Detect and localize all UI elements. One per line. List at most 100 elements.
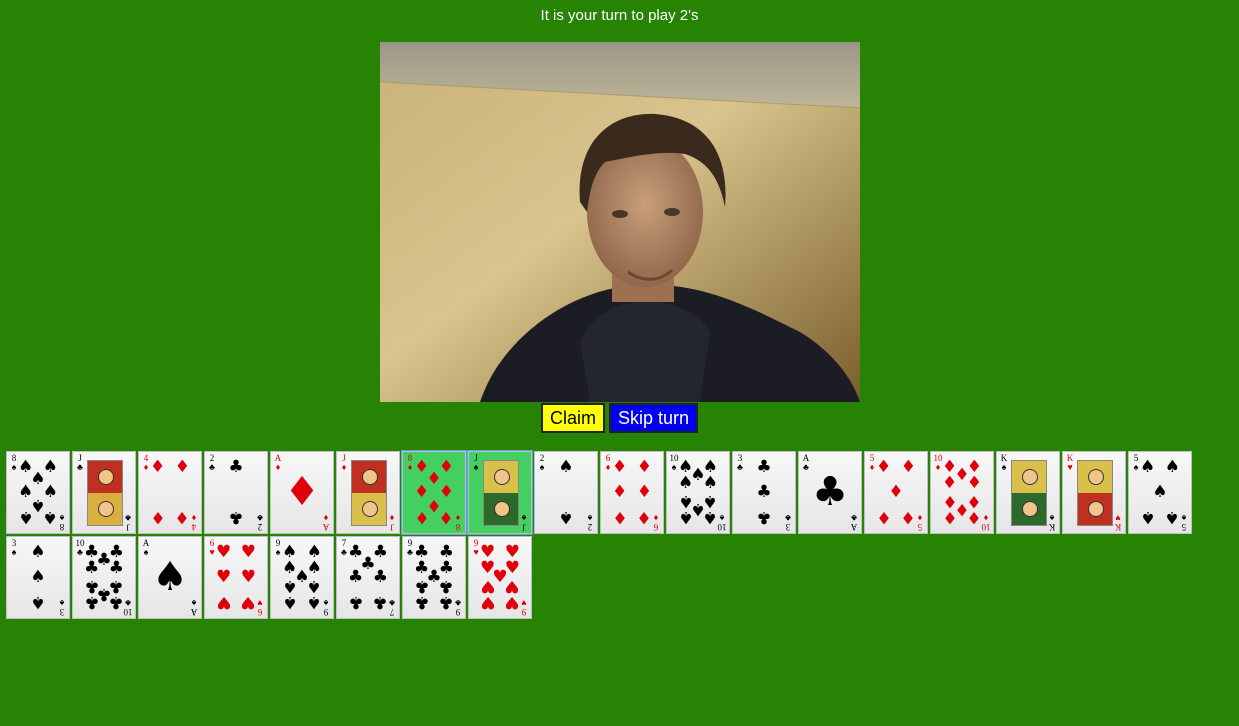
- card-corner-index: 3 ♠: [9, 539, 19, 557]
- spade-suit-icon: ♠: [11, 547, 17, 557]
- card-10-of-spades[interactable]: 10 ♠ 10 ♠ ♠ ♠ ♠ ♠ ♠ ♠ ♠ ♠ ♠ ♠: [666, 451, 730, 534]
- club-suit-icon: ♣: [108, 591, 125, 612]
- spade-suit-icon: ♠: [152, 553, 188, 600]
- diamond-suit-icon: ♦: [174, 506, 191, 527]
- card-j-of-diamonds[interactable]: J ♦ J ♦: [336, 451, 400, 534]
- spade-suit-icon: ♠: [677, 506, 694, 527]
- diamond-suit-icon: ♦: [966, 506, 983, 527]
- card-8-of-spades[interactable]: 8 ♠ 8 ♠ ♠ ♠ ♠ ♠ ♠ ♠ ♠ ♠: [6, 451, 70, 534]
- card-rank-label: 8: [455, 522, 461, 532]
- card-k-of-hearts[interactable]: K ♥ K ♥: [1062, 451, 1126, 534]
- card-corner-index: 2 ♠: [585, 513, 595, 532]
- card-2-of-spades[interactable]: 2 ♠ 2 ♠ ♠ ♠: [534, 451, 598, 534]
- webcam-video: [380, 42, 860, 402]
- card-rank-label: 3: [59, 607, 65, 617]
- diamond-suit-icon: ♦: [941, 506, 958, 527]
- spade-suit-icon: ♠: [473, 462, 479, 472]
- spade-suit-icon: ♠: [702, 473, 719, 494]
- diamond-suit-icon: ♦: [284, 468, 320, 515]
- club-suit-icon: ♣: [209, 462, 215, 472]
- diamond-suit-icon: ♦: [323, 513, 329, 523]
- spade-suit-icon: ♠: [30, 542, 46, 563]
- card-k-of-spades[interactable]: K ♠ K ♠: [996, 451, 1060, 534]
- card-rank-label: 5: [917, 522, 923, 532]
- card-9-of-spades[interactable]: 9 ♠ 9 ♠ ♠ ♠ ♠ ♠ ♠ ♠ ♠ ♠ ♠: [270, 536, 334, 619]
- club-suit-icon: ♣: [413, 591, 430, 612]
- heart-suit-icon: ♥: [215, 566, 232, 587]
- card-9-of-hearts[interactable]: 9 ♥ 9 ♥ ♥ ♥ ♥ ♥ ♥ ♥ ♥ ♥ ♥: [468, 536, 532, 619]
- club-suit-icon: ♣: [228, 506, 244, 527]
- card-rank-label: J: [390, 522, 394, 532]
- card-corner-index: J ♠: [471, 454, 481, 472]
- face-card-head: [1022, 469, 1038, 485]
- card-a-of-diamonds[interactable]: A ♦ A ♦ ♦: [270, 451, 334, 534]
- card-8-of-diamonds[interactable]: 8 ♦ 8 ♦ ♦ ♦ ♦ ♦ ♦ ♦ ♦ ♦: [402, 451, 466, 534]
- card-a-of-clubs[interactable]: A ♣ A ♣ ♣: [798, 451, 862, 534]
- card-corner-index: 3 ♣: [783, 513, 793, 532]
- card-10-of-diamonds[interactable]: 10 ♦ 10 ♦ ♦ ♦ ♦ ♦ ♦ ♦ ♦ ♦ ♦ ♦: [930, 451, 994, 534]
- card-corner-index: J ♦: [339, 454, 349, 472]
- card-corner-index: 2 ♠: [537, 454, 547, 472]
- diamond-suit-icon: ♦: [174, 457, 191, 478]
- diamond-suit-icon: ♦: [149, 506, 166, 527]
- card-a-of-spades[interactable]: A ♠ A ♠ ♠: [138, 536, 202, 619]
- club-suit-icon: ♣: [785, 513, 791, 523]
- card-rank-label: A: [322, 522, 330, 532]
- card-6-of-diamonds[interactable]: 6 ♦ 6 ♦ ♦ ♦ ♦ ♦ ♦ ♦: [600, 451, 664, 534]
- spade-suit-icon: ♠: [1164, 506, 1181, 527]
- card-4-of-diamonds[interactable]: 4 ♦ 4 ♦ ♦ ♦ ♦ ♦: [138, 451, 202, 534]
- card-9-of-clubs[interactable]: 9 ♣ 9 ♣ ♣ ♣ ♣ ♣ ♣ ♣ ♣ ♣ ♣: [402, 536, 466, 619]
- card-3-of-clubs[interactable]: 3 ♣ 3 ♣ ♣ ♣ ♣: [732, 451, 796, 534]
- card-2-of-clubs[interactable]: 2 ♣ 2 ♣ ♣ ♣: [204, 451, 268, 534]
- face-card-head-inverted: [494, 501, 510, 517]
- card-3-of-spades[interactable]: 3 ♠ 3 ♠ ♠ ♠ ♠: [6, 536, 70, 619]
- club-suit-icon: ♣: [125, 513, 131, 523]
- club-suit-icon: ♣: [83, 558, 100, 579]
- club-suit-icon: ♣: [756, 457, 772, 478]
- card-corner-index: 2 ♣: [255, 513, 265, 532]
- club-suit-icon: ♣: [756, 506, 772, 527]
- action-bar: Claim Skip turn: [0, 403, 1239, 433]
- club-suit-icon: ♣: [228, 457, 244, 478]
- heart-suit-icon: ♥: [479, 591, 496, 612]
- spade-suit-icon: ♠: [1139, 506, 1156, 527]
- diamond-suit-icon: ♦: [149, 457, 166, 478]
- spade-suit-icon: ♠: [702, 506, 719, 527]
- spade-suit-icon: ♠: [59, 598, 65, 608]
- face-card-head-inverted: [98, 501, 114, 517]
- card-rank-label: 2: [257, 522, 263, 532]
- face-card-head: [362, 469, 378, 485]
- card-rank-label: 9: [455, 607, 461, 617]
- card-j-of-spades[interactable]: J ♠ J ♠: [468, 451, 532, 534]
- card-corner-index: A ♣: [801, 454, 811, 472]
- face-card-head-inverted: [1088, 501, 1104, 517]
- diamond-suit-icon: ♦: [888, 481, 904, 502]
- diamond-suit-icon: ♦: [875, 457, 892, 478]
- claim-button[interactable]: Claim: [540, 403, 605, 433]
- card-j-of-clubs[interactable]: J ♣ J ♣: [72, 451, 136, 534]
- diamond-suit-icon: ♦: [341, 462, 347, 472]
- skip-turn-button[interactable]: Skip turn: [608, 403, 699, 433]
- card-5-of-spades[interactable]: 5 ♠ 5 ♠ ♠ ♠ ♠ ♠ ♠: [1128, 451, 1192, 534]
- card-rank-label: 9: [323, 607, 329, 617]
- card-5-of-diamonds[interactable]: 5 ♦ 5 ♦ ♦ ♦ ♦ ♦ ♦: [864, 451, 928, 534]
- card-rank-label: A: [190, 607, 198, 617]
- diamond-suit-icon: ♦: [900, 457, 917, 478]
- diamond-suit-icon: ♦: [438, 506, 455, 527]
- face-card-head-inverted: [1022, 501, 1038, 517]
- club-suit-icon: ♣: [83, 591, 100, 612]
- card-corner-index: 2 ♣: [207, 454, 217, 472]
- club-suit-icon: ♣: [257, 513, 263, 523]
- card-corner-index: 3 ♠: [57, 598, 67, 617]
- diamond-suit-icon: ♦: [611, 506, 628, 527]
- card-10-of-clubs[interactable]: 10 ♣ 10 ♣ ♣ ♣ ♣ ♣ ♣ ♣ ♣ ♣ ♣ ♣: [72, 536, 136, 619]
- face-card-portrait-icon: [483, 460, 519, 526]
- club-suit-icon: ♣: [812, 468, 848, 515]
- card-6-of-hearts[interactable]: 6 ♥ 6 ♥ ♥ ♥ ♥ ♥ ♥ ♥: [204, 536, 268, 619]
- card-rank-label: K: [1114, 522, 1122, 532]
- card-corner-index: A ♦: [273, 454, 283, 472]
- heart-suit-icon: ♥: [240, 566, 257, 587]
- card-corner-index: J ♠: [519, 513, 529, 532]
- card-7-of-clubs[interactable]: 7 ♣ 7 ♣ ♣ ♣ ♣ ♣ ♣ ♣ ♣: [336, 536, 400, 619]
- face-card-head: [494, 469, 510, 485]
